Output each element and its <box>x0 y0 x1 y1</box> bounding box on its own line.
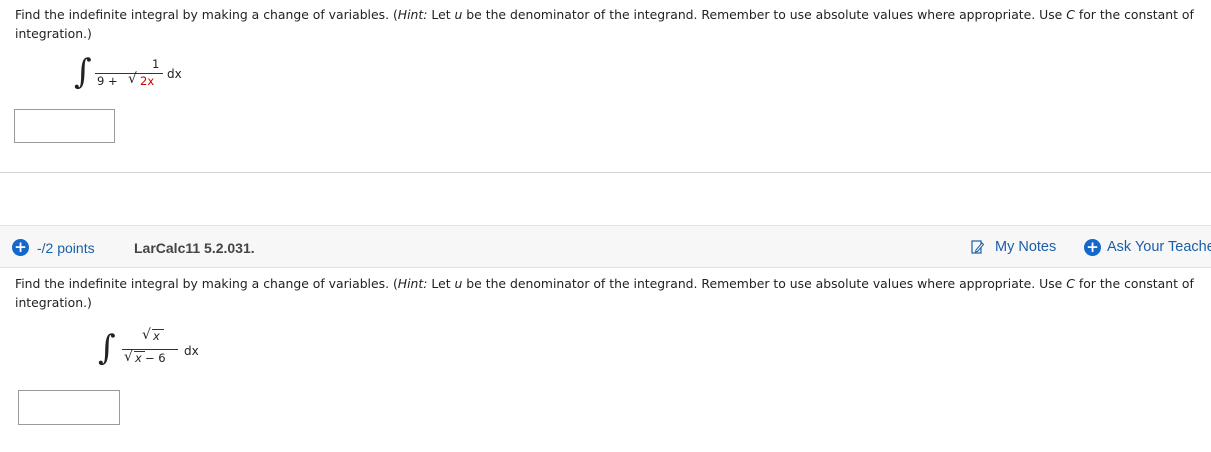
q2-integral-expression: ∫ √ x √ x − 6 dx <box>94 327 224 371</box>
q1-answer-input[interactable] <box>14 109 115 143</box>
q1-hint-label: Hint: <box>397 7 428 22</box>
expand-plus-icon[interactable]: + <box>12 239 29 256</box>
q2-dx: dx <box>184 344 199 358</box>
q1-sqrt-symbol: √ <box>128 71 137 87</box>
q2-hint-label: Hint: <box>397 276 428 291</box>
q1-text-start: Find the indefinite integral by making a… <box>15 7 398 22</box>
q2-hint-text-1: Let <box>427 276 455 291</box>
q1-radicand: 2x <box>140 74 155 88</box>
q2-answer-input[interactable] <box>18 390 120 425</box>
q1-const-var: C <box>1066 7 1075 22</box>
ask-teacher-plus-icon[interactable]: + <box>1084 239 1101 256</box>
ask-your-teacher-link[interactable]: Ask Your Teacher <box>1107 239 1211 255</box>
my-notes-link[interactable]: My Notes <box>995 239 1056 255</box>
q1-numerator: 1 <box>152 57 160 71</box>
q2-integral-sign: ∫ <box>98 328 116 368</box>
q2-points: -/2 points <box>37 240 95 256</box>
q2-denominator-radicand: x <box>135 351 142 365</box>
section-divider <box>0 172 1211 173</box>
q2-const-var: C <box>1066 276 1075 291</box>
q2-den-sqrt-symbol: √ <box>124 349 133 365</box>
q1-integral-expression: ∫ 1 9 + √ 2x dx <box>70 52 200 96</box>
q2-header-bar: + -/2 points LarCalc11 5.2.031. My Notes… <box>0 225 1211 268</box>
q2-numerator-radicand: x <box>153 329 160 343</box>
q2-question-id: LarCalc11 5.2.031. <box>134 240 255 256</box>
q2-text-start: Find the indefinite integral by making a… <box>15 276 398 291</box>
q1-hint-text-2: be the denominator of the integrand. Rem… <box>462 7 1067 22</box>
q1-integral-sign: ∫ <box>74 52 92 92</box>
notes-icon[interactable] <box>971 240 984 254</box>
q2-num-sqrt-symbol: √ <box>142 327 151 343</box>
question-2-text: Find the indefinite integral by making a… <box>15 274 1195 312</box>
q2-hint-text-2: be the denominator of the integrand. Rem… <box>462 276 1067 291</box>
q1-hint-text-1: Let <box>427 7 455 22</box>
question-1-text: Find the indefinite integral by making a… <box>15 5 1195 43</box>
q2-denominator-suffix: − 6 <box>145 351 166 365</box>
q1-dx: dx <box>167 67 182 81</box>
q1-denominator-prefix: 9 + <box>97 74 118 88</box>
